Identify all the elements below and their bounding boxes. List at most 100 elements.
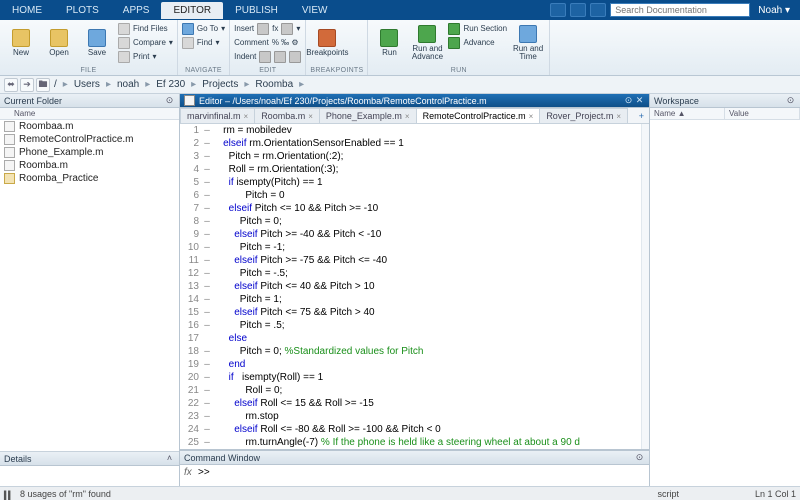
advance-label: Advance	[463, 38, 494, 47]
prompt: >>	[198, 467, 210, 478]
details-header: Details˄	[0, 452, 179, 466]
menu-tab-apps[interactable]: APPS	[111, 2, 162, 19]
insert-label: Insert	[234, 24, 254, 33]
comment-row[interactable]: Comment % ‰ ⚙	[234, 36, 301, 49]
file-label: Roombaa.m	[19, 121, 73, 132]
print-button[interactable]: Print ▾	[118, 50, 173, 63]
fx-icon[interactable]: fx	[272, 24, 278, 33]
chevron-up-icon[interactable]: ˄	[164, 453, 175, 464]
file-label: RemoteControlPractice.m	[19, 134, 133, 145]
advance-button[interactable]: Advance	[448, 36, 507, 49]
nav-fwd-icon[interactable]: ➔	[20, 78, 34, 92]
new-tab-button[interactable]: +	[634, 109, 649, 123]
compare-label: Compare	[133, 38, 166, 47]
tab-label: Phone_Example.m	[326, 111, 402, 121]
insert-row[interactable]: Insert fx ▾	[234, 22, 301, 35]
workspace-col-value[interactable]: Value	[725, 108, 800, 119]
crumb-4[interactable]: Projects	[200, 79, 240, 90]
close-icon[interactable]: ×	[529, 112, 534, 121]
editor-tab[interactable]: Rover_Project.m×	[539, 108, 628, 123]
code-editor[interactable]: 1– rm = mobiledev 2– elseif rm.Orientati…	[180, 124, 649, 449]
command-window-menu-icon[interactable]: ⊙	[634, 452, 645, 463]
group-file-title: FILE	[4, 67, 173, 75]
group-edit-title: EDIT	[234, 67, 301, 75]
save-button[interactable]: Save	[80, 22, 114, 64]
find-label: Find	[197, 38, 213, 47]
run-time-label: Run and Time	[513, 45, 543, 61]
group-run-title: RUN	[372, 67, 545, 75]
run-button[interactable]: Run	[372, 22, 406, 64]
find-button[interactable]: Find ▾	[182, 36, 225, 49]
run-section-button[interactable]: Run Section	[448, 22, 507, 35]
fx-icon[interactable]: fx	[184, 467, 198, 478]
current-folder-menu-icon[interactable]: ⊙	[164, 95, 175, 106]
help-icon[interactable]	[570, 3, 586, 17]
menu-tab-editor[interactable]: EDITOR	[161, 2, 223, 19]
editor-title: Editor – /Users/noah/Ef 230/Projects/Roo…	[199, 96, 487, 106]
file-label: Roomba_Practice	[19, 173, 98, 184]
editor-tab[interactable]: Roomba.m×	[254, 108, 320, 123]
status-position: Ln 1 Col 1	[755, 489, 796, 499]
editor-close-icon[interactable]: ✕	[634, 95, 645, 106]
run-advance-label: Run and Advance	[412, 45, 443, 61]
compare-button[interactable]: Compare ▾	[118, 36, 173, 49]
tab-label: marvinfinal.m	[187, 111, 241, 121]
close-icon[interactable]: ×	[244, 112, 249, 121]
new-label: New	[13, 49, 29, 57]
close-icon[interactable]: ×	[405, 112, 410, 121]
user-menu[interactable]: Noah ▾	[754, 5, 794, 16]
tab-label: Roomba.m	[261, 111, 305, 121]
breakpoints-label: Breakpoints	[306, 49, 348, 57]
file-item[interactable]: Roombaa.m	[0, 120, 179, 133]
editor-menu-icon[interactable]: ⊙	[623, 95, 634, 106]
file-label: Phone_Example.m	[19, 147, 104, 158]
quick-access-icon[interactable]	[550, 3, 566, 17]
indent-label: Indent	[234, 52, 256, 61]
crumb-2[interactable]: noah	[115, 79, 141, 90]
run-section-label: Run Section	[463, 24, 507, 33]
search-icon[interactable]	[590, 3, 606, 17]
tab-label: RemoteControlPractice.m	[423, 111, 526, 121]
run-time-button[interactable]: Run and Time	[511, 22, 545, 64]
new-button[interactable]: New	[4, 22, 38, 64]
crumb-root[interactable]: /	[52, 79, 59, 90]
file-item[interactable]: RemoteControlPractice.m	[0, 133, 179, 146]
find-files-button[interactable]: Find Files	[118, 22, 173, 35]
menu-tab-plots[interactable]: PLOTS	[54, 2, 111, 19]
document-icon	[184, 95, 195, 106]
breakpoints-button[interactable]: Breakpoints	[310, 22, 344, 64]
group-navigate-title: NAVIGATE	[182, 67, 225, 75]
nav-back-icon[interactable]: ⬌	[4, 78, 18, 92]
folder-item[interactable]: Roomba_Practice	[0, 172, 179, 185]
indent-row[interactable]: Indent	[234, 50, 301, 63]
scrollbar[interactable]	[641, 124, 649, 449]
open-button[interactable]: Open	[42, 22, 76, 64]
pause-icon[interactable]	[4, 490, 12, 498]
command-window-header: Command Window⊙	[180, 451, 649, 465]
open-label: Open	[49, 49, 69, 57]
crumb-5[interactable]: Roomba	[253, 79, 295, 90]
close-icon[interactable]: ×	[308, 112, 313, 121]
close-icon[interactable]: ×	[616, 112, 621, 121]
workspace-col-name[interactable]: Name ▲	[650, 108, 725, 119]
crumb-1[interactable]: Users	[72, 79, 102, 90]
goto-button[interactable]: Go To ▾	[182, 22, 225, 35]
run-advance-button[interactable]: Run and Advance	[410, 22, 444, 64]
menu-tab-home[interactable]: HOME	[0, 2, 54, 19]
file-item[interactable]: Roomba.m	[0, 159, 179, 172]
workspace-menu-icon[interactable]: ⊙	[785, 95, 796, 106]
editor-tab[interactable]: marvinfinal.m×	[180, 108, 255, 123]
menu-tab-view[interactable]: VIEW	[290, 2, 340, 19]
command-window[interactable]: fx>>	[180, 465, 649, 486]
crumb-3[interactable]: Ef 230	[154, 79, 187, 90]
editor-tab[interactable]: Phone_Example.m×	[319, 108, 417, 123]
menu-tab-publish[interactable]: PUBLISH	[223, 2, 290, 19]
editor-tab[interactable]: RemoteControlPractice.m×	[416, 108, 541, 123]
status-mode: script	[657, 489, 679, 499]
editor-tabbar: marvinfinal.m× Roomba.m× Phone_Example.m…	[180, 108, 649, 124]
editor-header: Editor – /Users/noah/Ef 230/Projects/Roo…	[180, 94, 649, 108]
file-item[interactable]: Phone_Example.m	[0, 146, 179, 159]
search-input[interactable]	[610, 3, 750, 17]
folder-icon[interactable]: 🖿	[36, 78, 50, 92]
filelist-column-header[interactable]: Name	[0, 108, 179, 120]
